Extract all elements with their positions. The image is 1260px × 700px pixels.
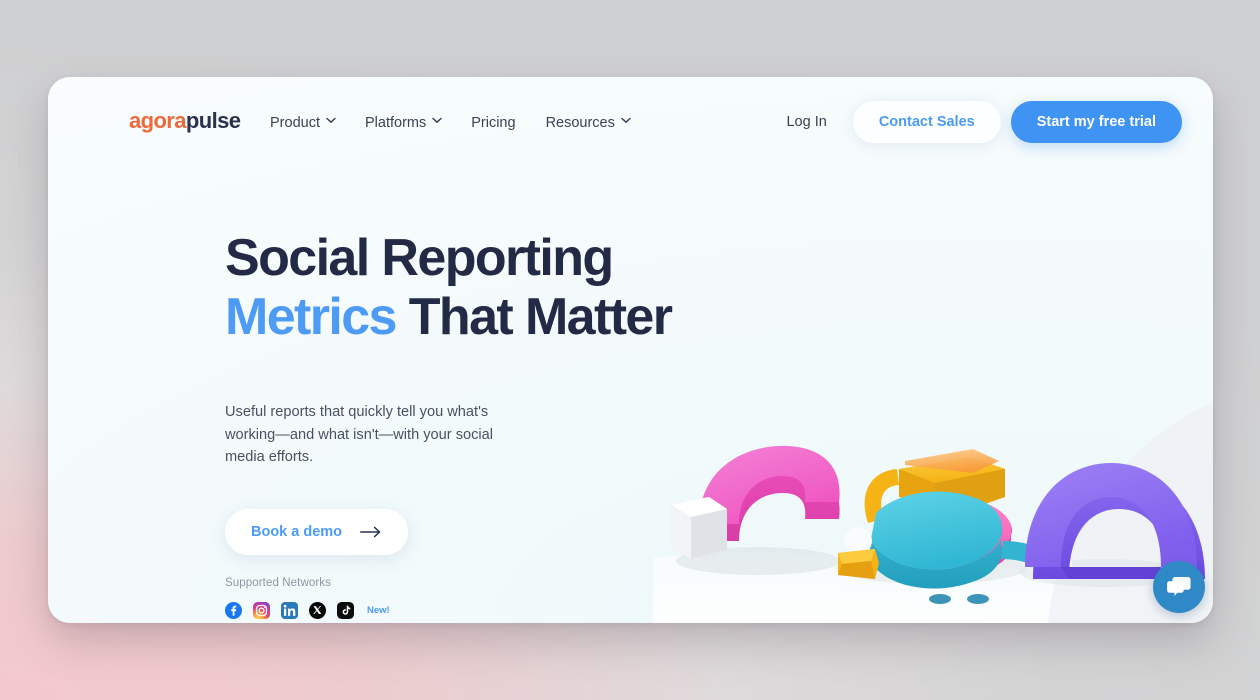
hero-heading-highlight: Metrics — [225, 288, 397, 346]
arrow-right-icon — [360, 526, 382, 538]
nav-actions: Log In Contact Sales Start my free trial — [786, 101, 1182, 143]
supported-networks: Supported Networks New! — [225, 577, 390, 619]
chat-bubble-icon — [1167, 577, 1191, 597]
linkedin-icon[interactable] — [281, 602, 298, 619]
nav-item-product[interactable]: Product — [270, 115, 336, 131]
hero-subtitle: Useful reports that quickly tell you wha… — [225, 404, 494, 466]
pie-chart-shape — [838, 449, 1072, 604]
nav-item-resources[interactable]: Resources — [545, 115, 631, 131]
nav-item-product-label: Product — [270, 115, 320, 131]
book-a-demo-button[interactable]: Book a demo — [225, 508, 409, 555]
new-badge: New! — [367, 605, 390, 616]
nav-item-platforms-label: Platforms — [364, 115, 427, 131]
nav-links: Product Platforms Pricing Resources — [270, 115, 631, 131]
book-a-demo-label: Book a demo — [251, 523, 343, 540]
logo[interactable]: agorapulse — [129, 108, 241, 134]
hero-heading-rest: That Matter — [395, 288, 673, 346]
login-link[interactable]: Log In — [786, 114, 826, 130]
main-navigation: agorapulse Product Platforms Pricing Res… — [48, 77, 1213, 171]
logo-pulse: pulse — [185, 108, 241, 133]
facebook-icon[interactable] — [225, 602, 242, 619]
x-twitter-icon[interactable] — [309, 602, 326, 619]
chevron-down-icon — [326, 117, 336, 126]
logo-agora: agora — [129, 108, 187, 133]
nav-item-resources-label: Resources — [545, 115, 615, 131]
supported-networks-label: Supported Networks — [225, 577, 331, 589]
instagram-icon[interactable] — [253, 602, 270, 619]
page-card: agorapulse Product Platforms Pricing Res… — [48, 77, 1213, 623]
contact-sales-button[interactable]: Contact Sales — [852, 101, 1001, 143]
chevron-down-icon — [621, 117, 631, 126]
tiktok-icon[interactable] — [337, 602, 354, 619]
page-title: Social Reporting Metrics That Matter — [225, 232, 785, 343]
hero-heading-line1: Social Reporting — [225, 229, 614, 287]
chat-widget-button[interactable] — [1153, 561, 1205, 613]
start-free-trial-button[interactable]: Start my free trial — [1010, 101, 1182, 143]
hero-section: Social Reporting Metrics That Matter Use… — [225, 232, 785, 555]
chevron-down-icon — [432, 117, 442, 126]
social-icons-row: New! — [225, 602, 390, 619]
nav-item-pricing-label: Pricing — [471, 115, 516, 131]
hero-heading-line2: Metrics That Matter — [225, 291, 785, 343]
nav-item-platforms[interactable]: Platforms — [364, 115, 442, 131]
nav-item-pricing[interactable]: Pricing — [471, 115, 515, 131]
